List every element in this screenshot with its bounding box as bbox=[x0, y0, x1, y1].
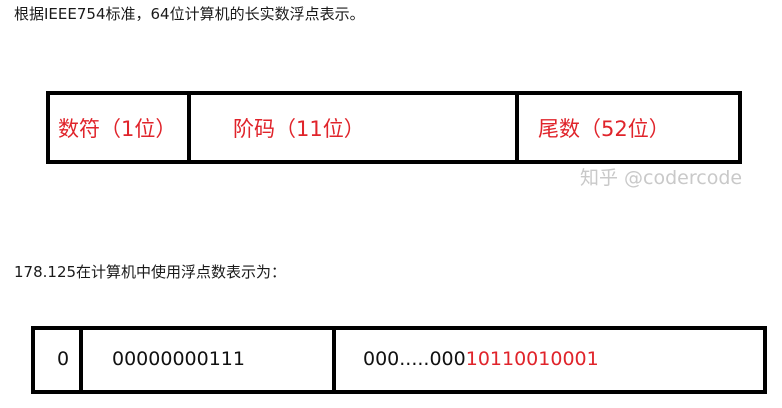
double-format-diagram: 数符（1位） 阶码（11位） 尾数（52位） bbox=[46, 91, 742, 164]
exponent-bits-value: 00000000111 bbox=[112, 348, 245, 370]
sign-exponent-divider bbox=[79, 326, 83, 394]
mantissa-bits-highlight: 10110010001 bbox=[465, 348, 599, 370]
watermark: 知乎 @codercode bbox=[580, 167, 743, 189]
intro-text: 根据IEEE754标准，64位计算机的长实数浮点表示。 bbox=[14, 5, 365, 23]
sign-exponent-divider bbox=[187, 91, 191, 164]
mantissa-bits-prefix: 000.....000 bbox=[363, 348, 466, 370]
value-encoding-diagram: 0 00000000111 000.....00010110010001 bbox=[31, 326, 767, 394]
mantissa-field-label: 尾数（52位） bbox=[538, 117, 670, 141]
exponent-field-label: 阶码（11位） bbox=[233, 117, 365, 141]
sign-bit-value: 0 bbox=[57, 348, 70, 370]
mantissa-bits-value: 000.....00010110010001 bbox=[363, 347, 599, 371]
exponent-mantissa-divider bbox=[332, 326, 336, 394]
example-text: 178.125在计算机中使用浮点数表示为： bbox=[14, 263, 287, 281]
exponent-mantissa-divider bbox=[515, 91, 519, 164]
sign-field-label: 数符（1位） bbox=[58, 117, 177, 141]
